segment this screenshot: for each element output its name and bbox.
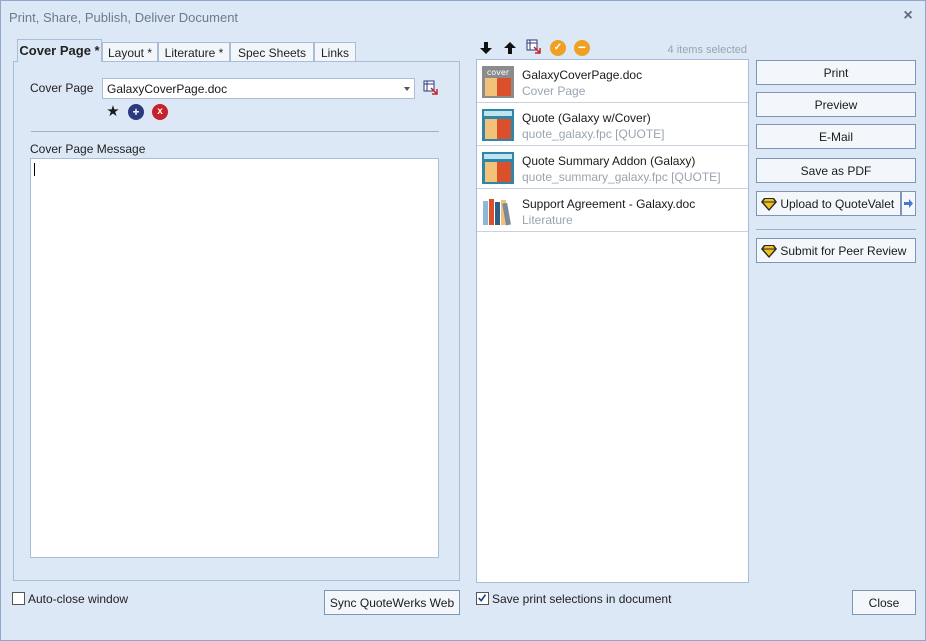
document-type: Cover Page [522,84,586,98]
selection-count: 4 items selected [667,44,747,56]
cover-page-select[interactable]: GalaxyCoverPage.doc [102,78,415,99]
email-button[interactable]: E-Mail [756,124,916,149]
document-list[interactable]: cover GalaxyCoverPage.doc Cover Page Quo… [476,59,749,583]
select-all-icon[interactable] [526,39,542,55]
cover-thumb-text: cover [487,68,510,77]
check-all-icon[interactable]: ✓ [550,40,566,56]
close-window-icon[interactable]: × [901,7,915,25]
cover-page-label: Cover Page [30,81,94,95]
tab-literature[interactable]: Literature * [158,42,230,61]
save-as-pdf-button[interactable]: Save as PDF [756,158,916,183]
upload-quotevalet-label: Upload to QuoteValet [780,197,895,211]
auto-close-checkbox[interactable] [12,592,25,605]
tab-layout[interactable]: Layout * [102,42,158,61]
text-cursor [34,163,35,176]
submit-peer-review-label: Submit for Peer Review [780,244,907,258]
preview-button[interactable]: Preview [756,92,916,117]
list-item[interactable]: Quote (Galaxy w/Cover) quote_galaxy.fpc … [477,103,748,146]
actions-divider [756,229,916,230]
list-item[interactable]: cover GalaxyCoverPage.doc Cover Page [477,60,748,103]
cover-page-select-value: GalaxyCoverPage.doc [107,82,228,96]
peer-review-diamond-icon [761,245,777,258]
cover-page-message-input[interactable] [30,158,439,558]
submit-peer-review-button[interactable]: Submit for Peer Review [756,238,916,263]
dialog-window: Print, Share, Publish, Deliver Document … [0,0,926,641]
literature-books-icon [483,199,511,226]
document-type: quote_galaxy.fpc [QUOTE] [522,127,665,141]
window-title: Print, Share, Publish, Deliver Document [9,10,239,25]
uncheck-all-icon[interactable]: − [574,40,590,56]
arrow-down-icon[interactable] [478,40,494,56]
document-name: Quote Summary Addon (Galaxy) [522,154,696,168]
document-name: Support Agreement - Galaxy.doc [522,197,696,211]
save-selections-checkbox[interactable] [476,592,489,605]
title-bar: Print, Share, Publish, Deliver Document … [1,1,925,33]
auto-close-label: Auto-close window [28,592,129,606]
sync-quotewerks-web-button[interactable]: Sync QuoteWerks Web [324,590,460,615]
tab-spec-sheets[interactable]: Spec Sheets [230,42,314,61]
upload-options-button[interactable] [901,191,916,216]
chevron-down-icon[interactable] [404,87,410,91]
cover-page-thumbnail-icon: cover [482,66,514,98]
select-file-icon[interactable] [423,80,439,96]
remove-icon[interactable]: x [152,104,168,120]
print-button[interactable]: Print [756,60,916,85]
quote-thumbnail-icon [482,109,514,141]
quotevalet-diamond-icon [761,198,777,211]
save-selections-label: Save print selections in document [492,592,672,606]
tab-cover-page[interactable]: Cover Page * [17,39,102,62]
cover-page-message-label: Cover Page Message [30,142,146,156]
upload-quotevalet-button[interactable]: Upload to QuoteValet [756,191,901,216]
arrow-right-icon [904,199,913,208]
document-name: Quote (Galaxy w/Cover) [522,111,651,125]
arrow-up-icon[interactable] [502,40,518,56]
list-item[interactable]: Quote Summary Addon (Galaxy) quote_summa… [477,146,748,189]
close-button[interactable]: Close [852,590,916,615]
favorite-star-icon[interactable]: ★ [105,104,121,120]
checkmark-icon [478,594,487,602]
document-type: quote_summary_galaxy.fpc [QUOTE] [522,170,721,184]
document-type: Literature [522,213,573,227]
divider [31,131,439,132]
tab-links[interactable]: Links [314,42,356,61]
quote-thumbnail-icon [482,152,514,184]
document-name: GalaxyCoverPage.doc [522,68,643,82]
add-icon[interactable]: + [128,104,144,120]
list-item[interactable]: Support Agreement - Galaxy.doc Literatur… [477,189,748,232]
